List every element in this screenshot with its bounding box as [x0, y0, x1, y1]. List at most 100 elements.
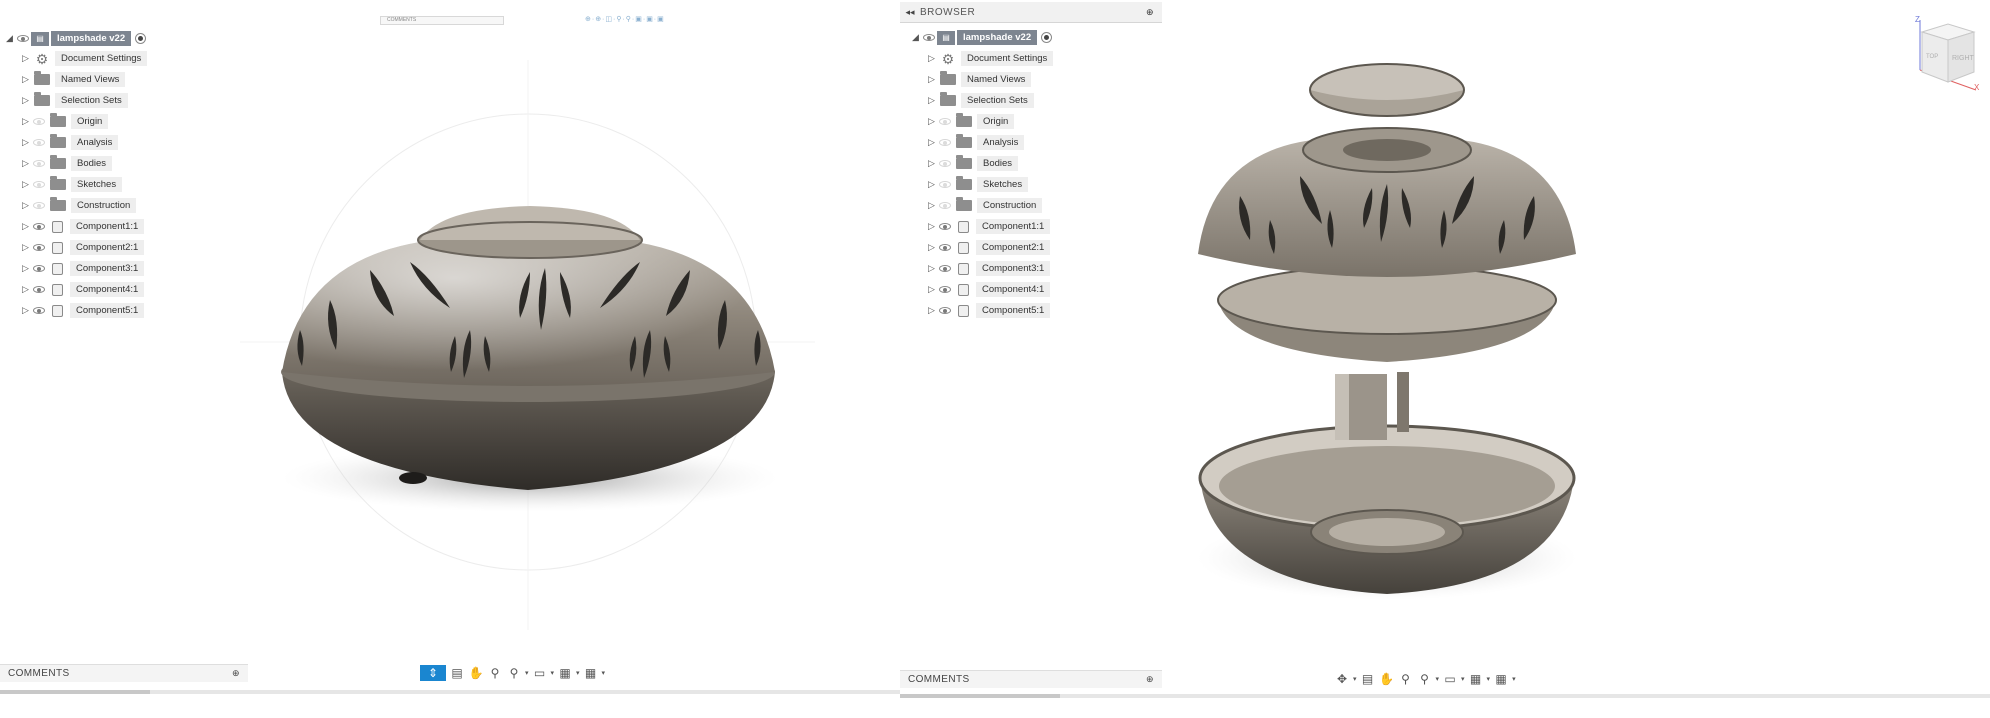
- tree-item-selection-sets[interactable]: ▷ Selection Sets: [20, 92, 128, 109]
- tree-item-document-settings[interactable]: ▷ ⚙ Document Settings: [926, 50, 1054, 67]
- tree-item-bodies[interactable]: ▷ Bodies: [926, 155, 1019, 172]
- orbit-icon[interactable]: ✥: [1334, 671, 1350, 687]
- expand-caret-icon[interactable]: ▷: [926, 242, 937, 253]
- chevron-down-icon[interactable]: ▾: [1436, 675, 1440, 683]
- expand-caret-icon[interactable]: ▷: [926, 284, 937, 295]
- expand-caret-icon[interactable]: ▷: [926, 53, 937, 64]
- expand-caret-icon[interactable]: ▷: [926, 74, 937, 85]
- pan-hand-icon[interactable]: ✋: [468, 665, 484, 681]
- tree-item-construction[interactable]: ▷ Construction: [926, 197, 1043, 214]
- top-search-input[interactable]: COMMENTS: [380, 16, 504, 25]
- visibility-eye-icon[interactable]: [31, 262, 47, 276]
- scrollbar-thumb[interactable]: [900, 694, 1060, 698]
- chevron-down-icon[interactable]: ▾: [1487, 675, 1491, 683]
- tree-item-component3[interactable]: ▷ Component3:1: [20, 260, 145, 277]
- grid-icon[interactable]: ▦: [1468, 671, 1484, 687]
- viewports-icon[interactable]: ▦: [583, 665, 599, 681]
- expand-caret-icon[interactable]: ▷: [20, 284, 31, 295]
- tree-root-document[interactable]: ◢ ▤ lampshade v22: [4, 30, 147, 47]
- tree-item-component3[interactable]: ▷ Component3:1: [926, 260, 1051, 277]
- pan-hand-icon[interactable]: ✋: [1379, 671, 1395, 687]
- visibility-eye-icon[interactable]: [31, 220, 47, 234]
- display-settings-icon[interactable]: ▭: [1442, 671, 1458, 687]
- expand-caret-icon[interactable]: ▷: [926, 158, 937, 169]
- expand-caret-icon[interactable]: ▷: [20, 158, 31, 169]
- chevron-down-icon[interactable]: ▾: [602, 669, 606, 677]
- horizontal-scrollbar[interactable]: [900, 694, 1990, 698]
- activate-radio-icon[interactable]: [135, 33, 147, 44]
- expand-caret-icon[interactable]: ▷: [926, 221, 937, 232]
- expand-caret-icon[interactable]: ▷: [20, 116, 31, 127]
- fit-icon[interactable]: ⚲: [1417, 671, 1433, 687]
- zoom-icon[interactable]: ⚲: [1398, 671, 1414, 687]
- comments-bar[interactable]: COMMENTS ⊕: [0, 664, 248, 682]
- tree-item-component1[interactable]: ▷ Component1:1: [926, 218, 1051, 235]
- tree-item-sketches[interactable]: ▷ Sketches: [926, 176, 1029, 193]
- expand-caret-icon[interactable]: ▷: [926, 179, 937, 190]
- fit-icon[interactable]: ⚲: [506, 665, 522, 681]
- tree-root-document[interactable]: ◢ ▤ lampshade v22: [910, 29, 1053, 46]
- add-comment-icon[interactable]: ⊕: [232, 668, 248, 679]
- tree-item-construction[interactable]: ▷ Construction: [20, 197, 137, 214]
- expand-caret-icon[interactable]: ▷: [926, 305, 937, 316]
- chevron-down-icon[interactable]: ▾: [551, 669, 555, 677]
- expand-caret-icon[interactable]: ▷: [20, 242, 31, 253]
- tree-item-origin[interactable]: ▷ Origin: [20, 113, 109, 130]
- zoom-icon[interactable]: ⚲: [487, 665, 503, 681]
- visibility-eye-icon[interactable]: [937, 262, 953, 276]
- visibility-eye-icon[interactable]: [31, 115, 47, 129]
- visibility-eye-icon[interactable]: [15, 32, 31, 46]
- visibility-eye-icon[interactable]: [31, 283, 47, 297]
- orbit-icon[interactable]: ⇕: [420, 665, 446, 681]
- expand-caret-icon[interactable]: ▷: [926, 263, 937, 274]
- tree-item-selection-sets[interactable]: ▷ Selection Sets: [926, 92, 1034, 109]
- tree-item-component1[interactable]: ▷ Component1:1: [20, 218, 145, 235]
- activate-radio-icon[interactable]: [1041, 32, 1053, 43]
- tree-item-origin[interactable]: ▷ Origin: [926, 113, 1015, 130]
- visibility-eye-icon[interactable]: [31, 241, 47, 255]
- visibility-eye-icon[interactable]: [937, 220, 953, 234]
- visibility-eye-icon[interactable]: [31, 157, 47, 171]
- chevron-down-icon[interactable]: ▾: [576, 669, 580, 677]
- chevron-down-icon[interactable]: ▾: [1512, 675, 1516, 683]
- tree-item-component2[interactable]: ▷ Component2:1: [20, 239, 145, 256]
- expand-caret-icon[interactable]: ▷: [20, 137, 31, 148]
- tree-item-component5[interactable]: ▷ Component5:1: [20, 302, 145, 319]
- tree-item-analysis[interactable]: ▷ Analysis: [926, 134, 1025, 151]
- expand-caret-icon[interactable]: ▷: [20, 200, 31, 211]
- expand-caret-icon[interactable]: ▷: [20, 95, 31, 106]
- expand-caret-icon[interactable]: ▷: [20, 179, 31, 190]
- tree-item-bodies[interactable]: ▷ Bodies: [20, 155, 113, 172]
- chevron-down-icon[interactable]: ▾: [525, 669, 529, 677]
- tree-item-sketches[interactable]: ▷ Sketches: [20, 176, 123, 193]
- add-comment-icon[interactable]: ⊕: [1146, 674, 1162, 685]
- expand-caret-icon[interactable]: ▷: [20, 74, 31, 85]
- display-settings-icon[interactable]: ▭: [532, 665, 548, 681]
- visibility-eye-icon[interactable]: [31, 136, 47, 150]
- tree-item-component4[interactable]: ▷ Component4:1: [926, 281, 1051, 298]
- visibility-eye-icon[interactable]: [937, 115, 953, 129]
- document-name[interactable]: lampshade v22: [957, 30, 1038, 45]
- expand-caret-icon[interactable]: ▷: [926, 116, 937, 127]
- visibility-eye-icon[interactable]: [937, 157, 953, 171]
- expand-caret-icon[interactable]: ▷: [926, 200, 937, 211]
- visibility-eye-icon[interactable]: [937, 241, 953, 255]
- tree-item-named-views[interactable]: ▷ Named Views: [20, 71, 126, 88]
- expand-caret-icon[interactable]: ▷: [20, 53, 31, 64]
- viewport-left[interactable]: COMMENTS ⊕·⊕·◫·⚲·⚲·▣·▣·▣ ◢ ▤ lampshade v…: [0, 0, 900, 700]
- grid-icon[interactable]: ▦: [557, 665, 573, 681]
- chevron-down-icon[interactable]: ▾: [1461, 675, 1465, 683]
- tree-item-named-views[interactable]: ▷ Named Views: [926, 71, 1032, 88]
- expand-caret-icon[interactable]: ▷: [20, 305, 31, 316]
- comments-bar[interactable]: COMMENTS ⊕: [900, 670, 1162, 688]
- visibility-eye-icon[interactable]: [937, 136, 953, 150]
- visibility-eye-icon[interactable]: [937, 178, 953, 192]
- viewcube-icon[interactable]: Z X TOP RIGHT: [1912, 12, 1982, 92]
- visibility-eye-icon[interactable]: [937, 304, 953, 318]
- visibility-eye-icon[interactable]: [921, 31, 937, 45]
- scrollbar-thumb[interactable]: [0, 690, 150, 694]
- visibility-eye-icon[interactable]: [31, 178, 47, 192]
- visibility-eye-icon[interactable]: [937, 283, 953, 297]
- visibility-eye-icon[interactable]: [937, 199, 953, 213]
- top-mini-toolbar[interactable]: ⊕·⊕·◫·⚲·⚲·▣·▣·▣: [585, 15, 665, 23]
